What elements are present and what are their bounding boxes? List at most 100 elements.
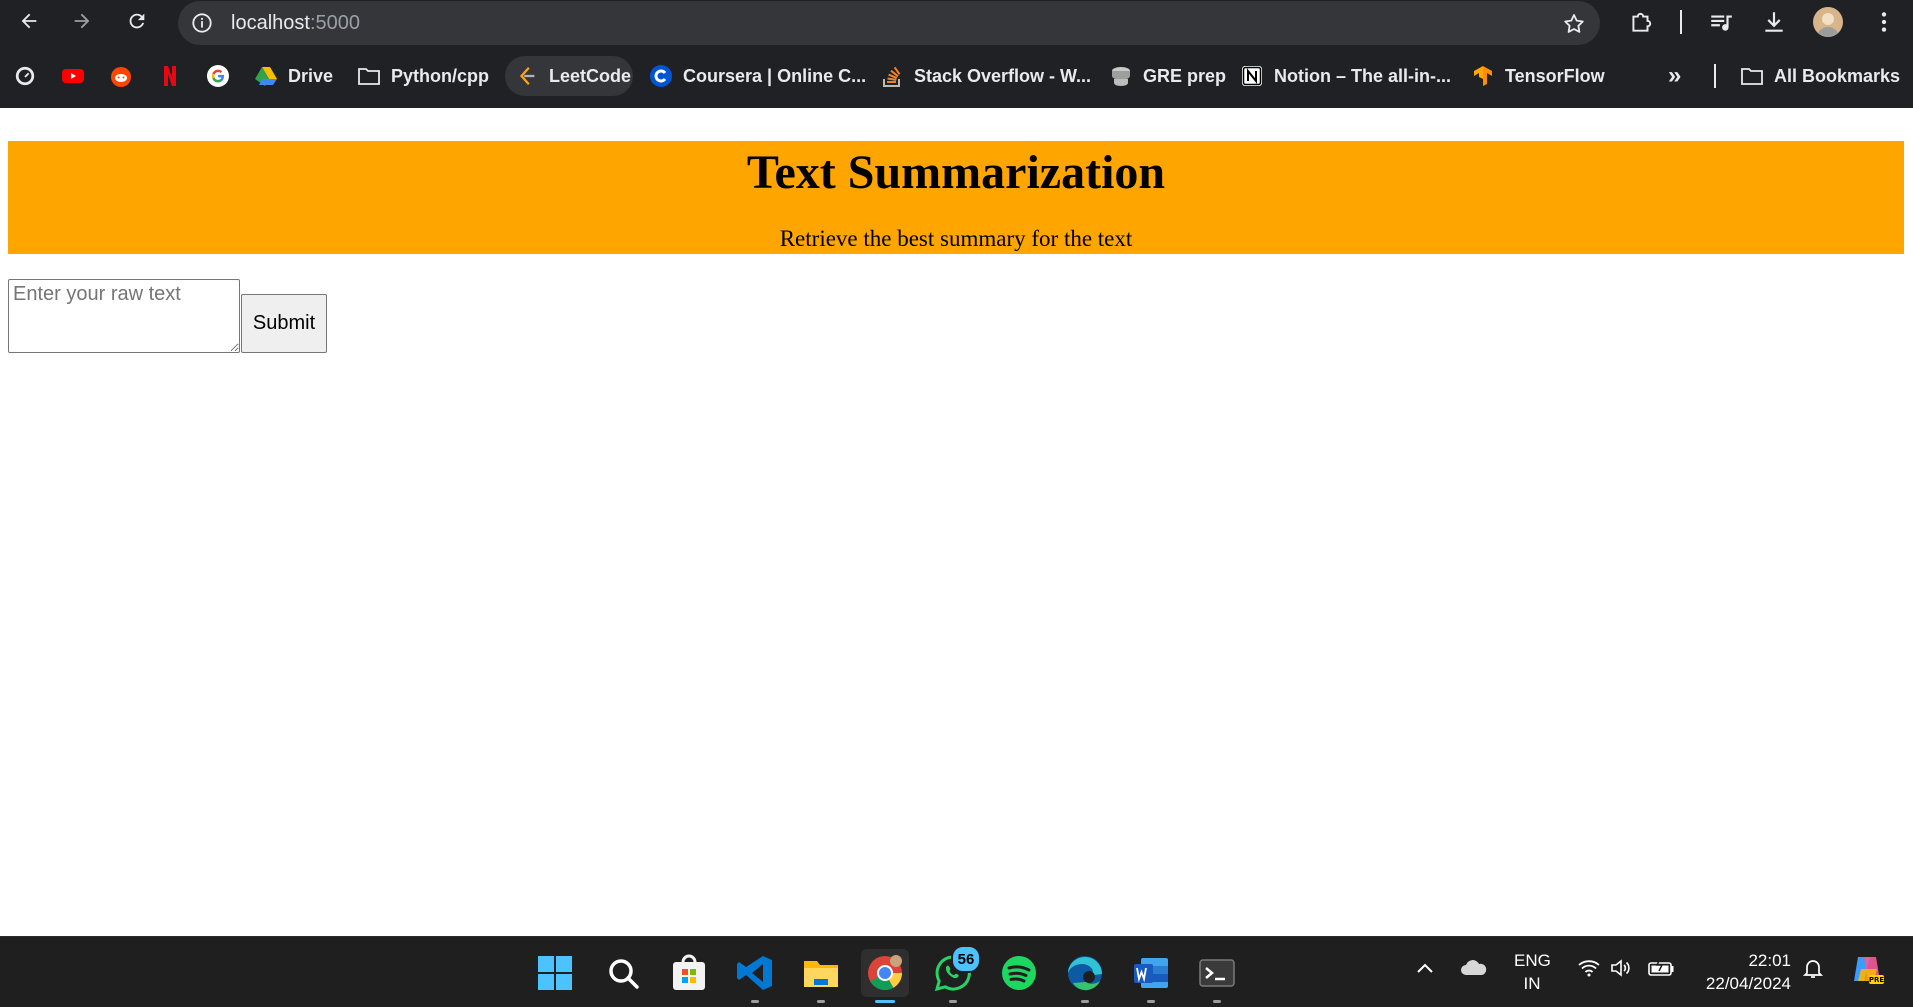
- vscode-app[interactable]: [731, 949, 779, 1003]
- page-subtitle: Retrieve the best summary for the text: [779, 226, 1133, 251]
- raw-text-input[interactable]: [8, 279, 240, 353]
- leetcode-icon: [515, 64, 539, 88]
- bookmark-label: LeetCode: [549, 65, 632, 86]
- download-icon: [1765, 12, 1783, 32]
- arrow-right-icon: [74, 13, 90, 29]
- extensions-button[interactable]: [1627, 8, 1655, 36]
- url-text[interactable]: localhost:5000: [231, 11, 360, 35]
- bookmark-item[interactable]: [158, 54, 182, 98]
- speedometer-icon: [13, 64, 37, 88]
- toolbar-divider: [1680, 10, 1682, 34]
- language-indicator[interactable]: ENG: [1514, 951, 1551, 971]
- wifi-status[interactable]: [1577, 956, 1601, 985]
- bookmark-item[interactable]: [109, 54, 133, 98]
- google-icon: [206, 64, 230, 88]
- chevron-up-icon: [1417, 963, 1433, 973]
- clock-date[interactable]: 22/04/2024: [1706, 974, 1791, 994]
- app-running-indicator: [1213, 1000, 1221, 1003]
- bookmark-leetcode[interactable]: LeetCode: [515, 54, 631, 98]
- bell-icon: [1802, 960, 1824, 978]
- battery-icon: [1648, 958, 1674, 976]
- page-content: Text Summarization Retrieve the best sum…: [0, 108, 1913, 936]
- google-drive-icon: [254, 64, 278, 88]
- copilot-icon: PRE: [1854, 957, 1885, 984]
- terminal-app[interactable]: [1193, 949, 1241, 1003]
- folder-icon: [804, 961, 838, 987]
- spotify-app[interactable]: [995, 949, 1043, 997]
- submit-button[interactable]: Submit: [241, 294, 327, 353]
- bookmark-label: Stack Overflow - W...: [914, 65, 1092, 86]
- forward-button[interactable]: [67, 6, 97, 36]
- edge-app[interactable]: [1061, 949, 1109, 1003]
- tensorflow-icon: [1471, 64, 1495, 88]
- whatsapp-app[interactable]: 56: [929, 945, 981, 1003]
- media-control-button[interactable]: [1707, 8, 1735, 36]
- notifications-button[interactable]: [1801, 956, 1825, 985]
- bookmark-tensorflow[interactable]: TensorFlow: [1471, 54, 1605, 98]
- page-title: Text Summarization: [746, 146, 1166, 199]
- bookmark-notion[interactable]: Notion – The all-in-...: [1240, 54, 1451, 98]
- bookmark-item[interactable]: [61, 54, 85, 98]
- edge-icon: [1068, 956, 1102, 991]
- bookmark-gre-prep[interactable]: GRE prep: [1109, 54, 1226, 98]
- start-button[interactable]: [531, 949, 579, 997]
- bookmark-item[interactable]: [13, 54, 37, 98]
- file-explorer-app[interactable]: [797, 949, 845, 1003]
- copilot-button[interactable]: PRE: [1849, 951, 1885, 992]
- netflix-icon: [158, 64, 182, 88]
- overflow-chevron-icon: »: [1668, 62, 1682, 89]
- search-icon: [609, 959, 639, 989]
- bookmarks-divider: [1714, 64, 1716, 88]
- reload-button[interactable]: [122, 6, 152, 36]
- address-bar[interactable]: localhost:5000: [178, 1, 1600, 45]
- search-button[interactable]: [599, 949, 647, 997]
- url-host: localhost: [231, 12, 310, 34]
- bookmark-item[interactable]: [206, 54, 230, 98]
- app-running-indicator: [949, 1000, 957, 1003]
- folder-icon: [1740, 64, 1764, 88]
- word-icon: [1134, 958, 1168, 988]
- avatar-image-icon: [1817, 13, 1839, 37]
- bookmark-stack-overflow[interactable]: Stack Overflow - W...: [880, 54, 1091, 98]
- app-running-indicator: [817, 1000, 825, 1003]
- terminal-icon: [1199, 959, 1235, 987]
- onedrive-button[interactable]: [1459, 956, 1489, 985]
- chrome-app[interactable]: [861, 949, 909, 1003]
- all-bookmarks-button[interactable]: All Bookmarks: [1740, 54, 1900, 98]
- back-button[interactable]: [14, 6, 44, 36]
- svg-text:PRE: PRE: [1869, 976, 1885, 984]
- app-active-indicator: [875, 1000, 895, 1003]
- profile-avatar[interactable]: [1813, 7, 1843, 37]
- bookmark-label: TensorFlow: [1505, 65, 1605, 86]
- bookmarks-overflow-button[interactable]: »: [1668, 54, 1681, 98]
- bookmark-label: GRE prep: [1143, 65, 1227, 86]
- navigation-bar: localhost:5000: [0, 0, 1913, 45]
- volume-status[interactable]: [1609, 956, 1633, 985]
- language-region[interactable]: IN: [1514, 974, 1550, 994]
- store-icon: [673, 954, 705, 990]
- wifi-icon: [1578, 960, 1600, 977]
- info-icon[interactable]: [191, 12, 213, 34]
- word-app[interactable]: [1127, 949, 1175, 1003]
- bookmark-label: Drive: [288, 65, 334, 86]
- microsoft-store-app[interactable]: [665, 949, 713, 997]
- star-icon[interactable]: [1562, 12, 1586, 36]
- cloud-icon: [1461, 960, 1487, 975]
- clock-time[interactable]: 22:01: [1748, 951, 1791, 971]
- menu-button[interactable]: [1870, 8, 1898, 36]
- spotify-icon: [1002, 956, 1036, 990]
- bookmark-drive[interactable]: Drive: [254, 54, 333, 98]
- battery-status[interactable]: [1647, 956, 1675, 985]
- bookmark-coursera[interactable]: Coursera | Online C...: [649, 54, 866, 98]
- downloads-button[interactable]: [1760, 8, 1788, 36]
- browser-chrome: localhost:5000 Drive Python/cpp LeetCode…: [0, 0, 1913, 108]
- arrow-left-icon: [21, 13, 37, 29]
- bookmark-label: Notion – The all-in-...: [1274, 65, 1451, 86]
- bookmark-folder-python-cpp[interactable]: Python/cpp: [357, 54, 489, 98]
- chrome-icon: [868, 955, 902, 990]
- volume-icon: [1611, 959, 1630, 977]
- vscode-icon: [737, 956, 772, 990]
- windows-icon: [538, 956, 572, 990]
- show-hidden-icons-button[interactable]: [1413, 957, 1437, 986]
- url-port: :5000: [309, 12, 360, 34]
